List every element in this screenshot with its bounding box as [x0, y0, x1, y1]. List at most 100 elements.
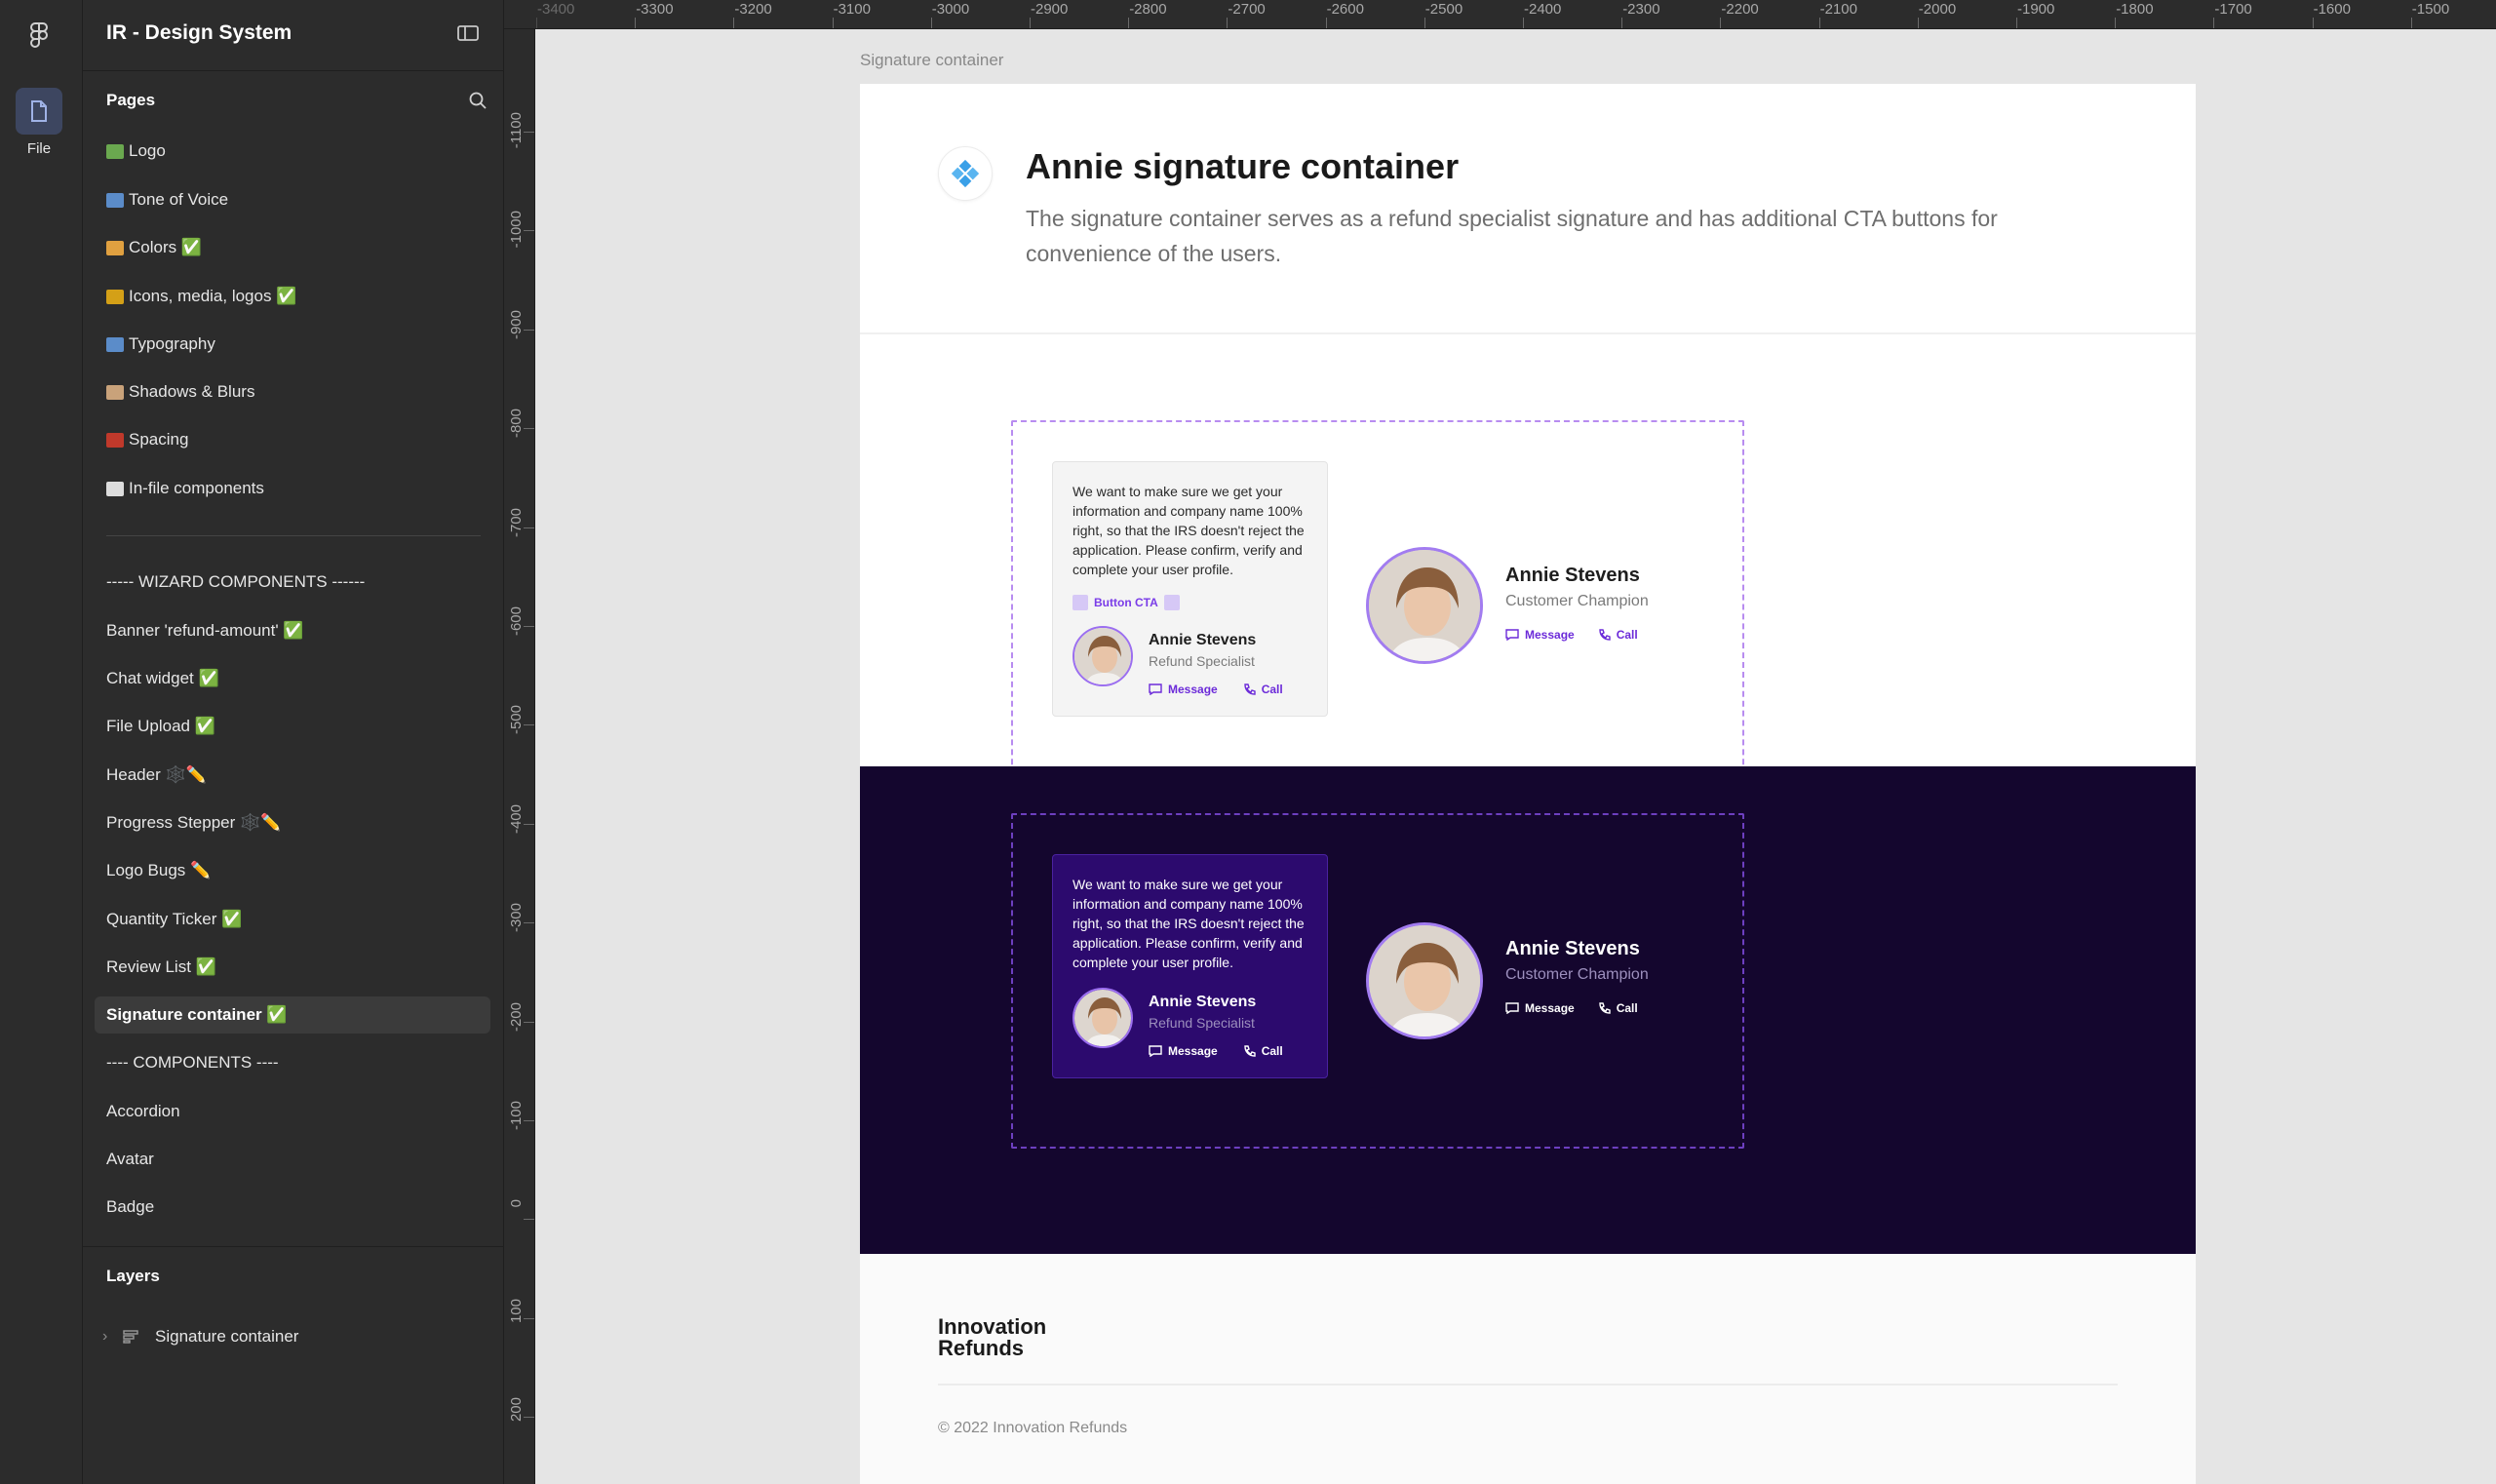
page-item-label: ---- COMPONENTS ----: [106, 1053, 279, 1072]
profile-call-button[interactable]: Call: [1598, 1001, 1638, 1015]
ruler-tick-label: -1000: [508, 211, 525, 249]
page-item[interactable]: Icons, media, logos ✅: [95, 278, 490, 315]
figma-logo-icon[interactable]: [27, 21, 51, 49]
profile-info: Annie Stevens Customer Champion Message …: [1505, 565, 1649, 642]
page-item-label: Logo Bugs ✏️: [106, 861, 212, 879]
page-item[interactable]: Spacing: [95, 421, 490, 458]
message-button[interactable]: Message: [1149, 1044, 1218, 1058]
page-item-label: Chat widget ✅: [106, 669, 219, 687]
profile-info: Annie Stevens Customer Champion Message …: [1505, 938, 1649, 1015]
mini-signature: Annie Stevens Refund Specialist Message …: [1072, 988, 1307, 1058]
page-item[interactable]: Progress Stepper 🕸️✏️: [95, 804, 490, 841]
ruler-tick: [524, 823, 534, 825]
layer-item-signature-container[interactable]: › Signature container: [102, 1322, 299, 1351]
page-item[interactable]: Tone of Voice: [95, 181, 490, 218]
ruler-tick: [524, 922, 534, 924]
ruler-tick: [524, 132, 534, 133]
page-item[interactable]: Colors ✅: [95, 229, 490, 266]
page-item[interactable]: Banner 'refund-amount' ✅: [95, 612, 490, 649]
file-button[interactable]: [16, 88, 62, 135]
button-cta[interactable]: Button CTA: [1072, 595, 1307, 610]
page-item[interactable]: Badge: [95, 1189, 490, 1226]
page-item[interactable]: Typography: [95, 326, 490, 363]
profile-name: Annie Stevens: [1505, 565, 1640, 586]
ruler-tick-label: -2300: [1621, 0, 1660, 28]
page-item[interactable]: Quantity Ticker ✅: [95, 901, 490, 938]
page-item-label: Shadows & Blurs: [129, 382, 255, 401]
signature-card[interactable]: We want to make sure we get your informa…: [1052, 461, 1328, 717]
call-button[interactable]: Call: [1243, 1044, 1283, 1058]
page-item[interactable]: Review List ✅: [95, 949, 490, 986]
message-icon: [1505, 1002, 1519, 1014]
toolbar-rail: File: [0, 0, 83, 1484]
page-emoji-icon: [106, 289, 124, 304]
page-item[interactable]: File Upload ✅: [95, 708, 490, 745]
frame-label[interactable]: Signature container: [860, 51, 1003, 70]
ruler-tick-label: 200: [508, 1397, 525, 1423]
page-item-label: Spacing: [129, 430, 189, 449]
sidebar-toggle-icon[interactable]: [456, 23, 480, 43]
page-item-label: File Upload ✅: [106, 717, 215, 735]
page-item-label: Signature container ✅: [106, 1005, 288, 1024]
profile-role: Customer Champion: [1505, 966, 1649, 983]
signature-role: Refund Specialist: [1149, 653, 1255, 669]
mini-signature: Annie Stevens Refund Specialist Message …: [1072, 626, 1307, 696]
layer-label: Signature container: [155, 1327, 299, 1346]
ruler-tick: [524, 230, 534, 232]
call-label: Call: [1261, 1044, 1283, 1058]
ruler-tick-label: -2800: [1128, 0, 1167, 28]
page-item[interactable]: In-file components: [95, 470, 490, 507]
profile-role: Customer Champion: [1505, 593, 1649, 609]
message-icon: [1149, 1045, 1162, 1057]
variant-boundary[interactable]: We want to make sure we get your informa…: [1011, 420, 1744, 794]
card-text: We want to make sure we get your informa…: [1072, 484, 1305, 577]
call-button[interactable]: Call: [1243, 683, 1283, 696]
page-item[interactable]: Logo Bugs ✏️: [95, 852, 490, 889]
ruler-tick-label: -1800: [2115, 0, 2154, 28]
page-item[interactable]: ---- COMPONENTS ----: [95, 1044, 490, 1081]
file-title[interactable]: IR - Design System: [106, 21, 292, 45]
ruler-tick-label: -300: [508, 903, 525, 933]
page-item[interactable]: Chat widget ✅: [95, 660, 490, 697]
pages-separator: [106, 535, 481, 536]
ruler-tick: [524, 724, 534, 726]
message-icon: [1505, 629, 1519, 641]
ruler-tick-label: -3000: [930, 0, 969, 28]
search-icon[interactable]: [468, 91, 488, 110]
doc-header: Annie signature container The signature …: [860, 84, 2196, 334]
page-item[interactable]: Avatar: [95, 1141, 490, 1178]
ruler-tick-label: -1600: [2312, 0, 2351, 28]
footer-divider: [938, 1384, 2118, 1386]
page-item-label: ----- WIZARD COMPONENTS ------: [106, 572, 366, 591]
ruler-tick-label: -3400: [535, 0, 574, 28]
variant-boundary[interactable]: We want to make sure we get your informa…: [1011, 813, 1744, 1149]
page-item[interactable]: Header 🕸️✏️: [95, 757, 490, 794]
page-item[interactable]: Signature container ✅: [95, 996, 490, 1034]
page-item[interactable]: Shadows & Blurs: [95, 373, 490, 410]
signature-container-frame[interactable]: Annie signature container The signature …: [860, 84, 2196, 1484]
avatar: [1072, 988, 1133, 1048]
profile-message-button[interactable]: Message: [1505, 628, 1575, 642]
page-emoji-icon: [106, 240, 124, 255]
phone-icon: [1244, 1044, 1256, 1057]
page-item-label: Typography: [129, 334, 215, 353]
card-text: We want to make sure we get your informa…: [1072, 877, 1305, 970]
ruler-tick-label: -2700: [1227, 0, 1266, 28]
page-item-label: Accordion: [106, 1102, 180, 1120]
page-item[interactable]: Accordion: [95, 1093, 490, 1130]
chevron-right-icon[interactable]: ›: [102, 1328, 122, 1346]
profile-call-button[interactable]: Call: [1598, 628, 1638, 642]
ruler-tick-label: -2900: [1029, 0, 1068, 28]
copyright-text: © 2022 Innovation Refunds: [938, 1420, 1128, 1436]
profile-avatar: [1366, 922, 1483, 1039]
profile-message-button[interactable]: Message: [1505, 1001, 1575, 1015]
ruler-tick-label: -800: [508, 409, 525, 439]
page-emoji-icon: [106, 336, 124, 352]
page-item[interactable]: Logo: [95, 133, 490, 170]
profile-avatar: [1366, 547, 1483, 664]
signature-card-dark[interactable]: We want to make sure we get your informa…: [1052, 854, 1328, 1078]
avatar: [1072, 626, 1133, 686]
page-item[interactable]: ----- WIZARD COMPONENTS ------: [95, 564, 490, 601]
message-button[interactable]: Message: [1149, 683, 1218, 696]
ruler-tick-label: 0: [508, 1199, 525, 1208]
